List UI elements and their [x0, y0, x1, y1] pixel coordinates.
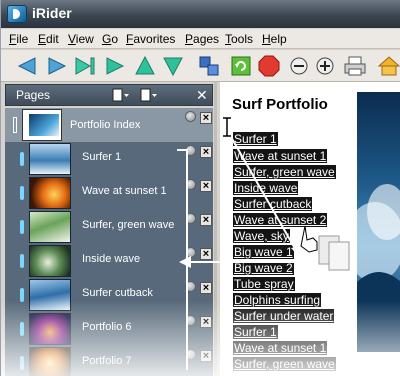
content-link[interactable]: Surfer 1	[233, 325, 278, 339]
go-icon[interactable]	[103, 54, 127, 78]
menu-bar: File Edit View Go Favorites Pages Tools …	[1, 29, 400, 49]
page-label: Portfolio 6	[82, 321, 132, 333]
page-item-surfer-green-wave[interactable]: Surfer, green wave ×	[5, 210, 213, 244]
page-status-dot[interactable]	[185, 349, 196, 360]
content-link[interactable]: Surfer, green wave	[233, 165, 336, 179]
index-marker-icon	[13, 117, 17, 133]
page-status-dot[interactable]	[185, 179, 196, 190]
menu-tools[interactable]: Tools	[225, 32, 253, 46]
page-item-surfer-1[interactable]: Surfer 1 ×	[5, 142, 213, 176]
index-thumbnail	[22, 109, 62, 141]
surf-photo	[357, 92, 400, 352]
close-page-icon[interactable]: ×	[200, 350, 212, 362]
close-page-icon[interactable]: ×	[200, 316, 212, 328]
menu-file[interactable]: File	[9, 32, 28, 46]
close-sidebar-icon[interactable]: ✕	[196, 87, 208, 104]
content-link[interactable]: Tube spray	[233, 277, 295, 291]
content-link[interactable]: Dolphins surfing	[233, 293, 322, 307]
menu-go[interactable]: Go	[102, 32, 118, 46]
active-indicator	[20, 356, 24, 370]
active-indicator	[20, 288, 24, 302]
page-label: Wave at sunset 1	[82, 185, 167, 197]
page-thumbnail	[29, 245, 71, 277]
app-window: iRider File Edit View Go Favorites Pages…	[0, 0, 400, 376]
page-item-surfer-cutback[interactable]: Surfer cutback ×	[5, 278, 213, 312]
close-page-icon[interactable]: ×	[200, 146, 212, 158]
page-item-portfolio-6[interactable]: Portfolio 6 ×	[5, 312, 213, 346]
content-link[interactable]: Big wave 1	[233, 245, 294, 259]
page-thumbnail	[29, 347, 71, 376]
page-status-dot[interactable]	[185, 281, 196, 292]
page-thumbnail	[29, 211, 71, 243]
page-item-portfolio-7[interactable]: Portfolio 7 ×	[5, 346, 213, 376]
content-link[interactable]: Wave at sunset 2	[233, 213, 328, 227]
index-page-label: Portfolio Index	[70, 119, 141, 131]
zoom-out-icon[interactable]	[287, 54, 311, 78]
menu-edit[interactable]: Edit	[38, 32, 59, 46]
active-indicator	[20, 186, 24, 200]
active-indicator	[20, 152, 24, 166]
play-icon[interactable]	[73, 54, 97, 78]
forward-arrow-icon[interactable]	[45, 54, 69, 78]
sidebar-header: Pages ✕	[5, 84, 213, 106]
page-thumbnail	[29, 313, 71, 345]
pages-sidebar: Pages ✕ Portfolio Index × Surfer 1 × Wav…	[1, 82, 217, 376]
refresh-icon[interactable]	[229, 54, 253, 78]
content-link[interactable]: Surfer cutback	[233, 197, 313, 211]
page-label: Inside wave	[82, 253, 141, 265]
menu-view[interactable]: View	[68, 32, 94, 46]
close-page-icon[interactable]: ×	[200, 282, 212, 294]
home-icon[interactable]	[377, 54, 400, 78]
content-link[interactable]: Inside wave	[233, 181, 299, 195]
page-item-inside-wave[interactable]: Inside wave ×	[5, 244, 213, 278]
page-item-wave-sunset-1[interactable]: Wave at sunset 1 ×	[5, 176, 213, 210]
up-icon[interactable]	[133, 54, 157, 78]
page-label: Surfer 1	[82, 151, 122, 163]
menu-help[interactable]: Help	[262, 32, 287, 46]
new-page-icon[interactable]	[140, 88, 158, 104]
page-status-dot[interactable]	[185, 213, 196, 224]
page-thumbnail	[29, 143, 71, 175]
title-bar[interactable]: iRider	[1, 0, 400, 28]
content-link[interactable]: Wave at sunset 1	[233, 149, 328, 163]
index-status-dot[interactable]	[185, 111, 196, 122]
close-page-icon[interactable]: ×	[200, 248, 212, 260]
active-indicator	[20, 220, 24, 234]
menu-pages[interactable]: Pages	[185, 32, 219, 46]
page-content: Surf Portfolio Surfer 1 Wave at sunset 1…	[220, 82, 400, 376]
close-page-icon[interactable]: ×	[200, 214, 212, 226]
page-status-dot[interactable]	[185, 315, 196, 326]
index-close-icon[interactable]: ×	[200, 112, 212, 124]
tile-windows-icon[interactable]	[197, 54, 221, 78]
menu-favorites[interactable]: Favorites	[126, 32, 175, 46]
app-title: iRider	[32, 5, 72, 21]
page-status-dot[interactable]	[185, 247, 196, 258]
page-label: Surfer cutback	[82, 287, 153, 299]
page-title: Surf Portfolio	[232, 96, 328, 113]
active-indicator	[20, 322, 24, 336]
print-icon[interactable]	[343, 54, 367, 78]
content-link[interactable]: Surfer, green wave	[233, 357, 336, 371]
stop-icon[interactable]	[257, 54, 281, 78]
content-link[interactable]: Surfer 1	[233, 132, 278, 146]
page-thumbnail	[29, 177, 71, 209]
toolbar	[1, 50, 400, 82]
close-page-icon[interactable]: ×	[200, 180, 212, 192]
content-link[interactable]: Wave, sky	[233, 229, 290, 243]
content-link[interactable]: Surfer under water	[233, 309, 335, 323]
page-menu-icon[interactable]	[112, 88, 130, 104]
page-label: Portfolio 7	[82, 355, 132, 367]
page-thumbnail	[29, 279, 71, 311]
zoom-in-icon[interactable]	[313, 54, 337, 78]
back-arrow-icon[interactable]	[15, 54, 39, 78]
app-logo-icon	[7, 5, 27, 23]
page-label: Surfer, green wave	[82, 219, 175, 231]
active-indicator	[20, 254, 24, 268]
down-icon[interactable]	[161, 54, 185, 78]
index-page-item[interactable]: Portfolio Index ×	[5, 108, 213, 142]
sidebar-title: Pages	[16, 88, 51, 102]
page-status-dot[interactable]	[185, 145, 196, 156]
content-link[interactable]: Wave at sunset 1	[233, 341, 328, 355]
content-link[interactable]: Big wave 2	[233, 261, 294, 275]
